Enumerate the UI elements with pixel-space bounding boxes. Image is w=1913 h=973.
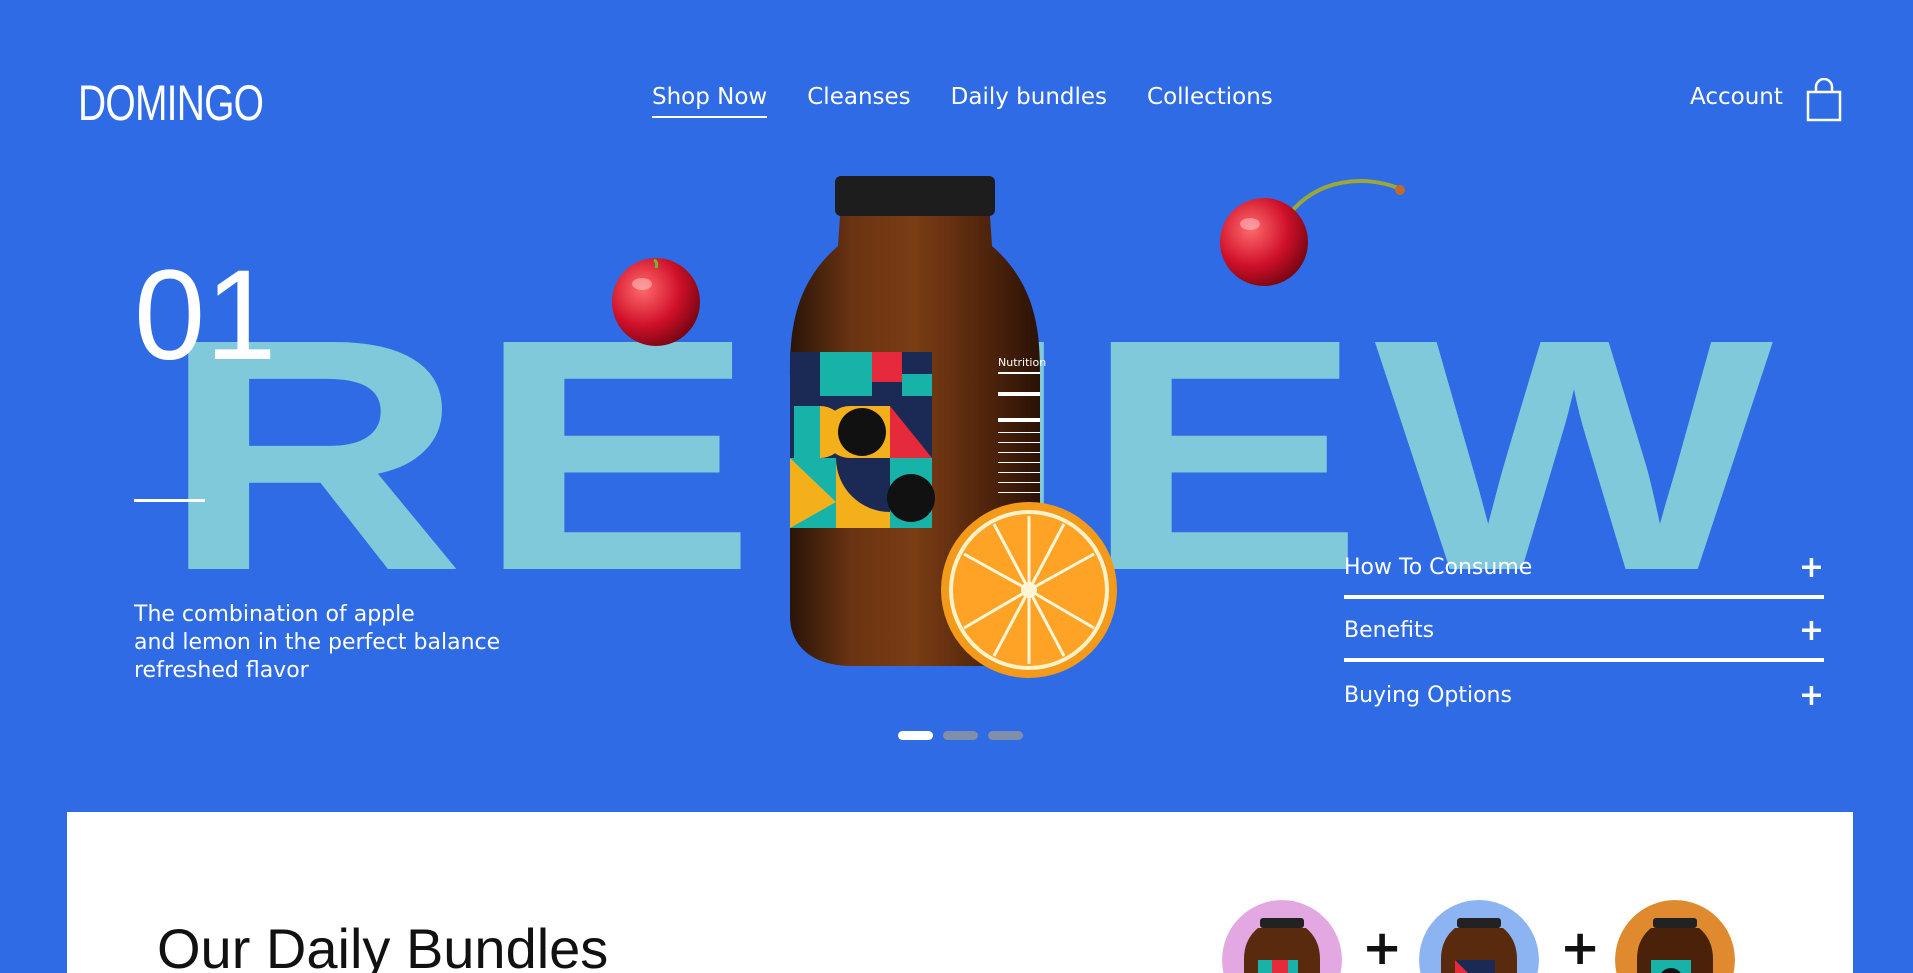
slide-divider [134, 499, 205, 502]
nutrition-label-text: Nutrition [998, 356, 1046, 369]
cherry-image [612, 258, 700, 346]
accordion-item-how-to-consume[interactable]: How To Consume + [1344, 536, 1824, 599]
bundle-plus-separator: + [1362, 920, 1403, 973]
bundle-bottle-image [1615, 900, 1735, 973]
plus-icon[interactable]: + [1799, 680, 1824, 711]
bundle-bottle-image [1222, 900, 1342, 973]
shopping-bag-icon[interactable] [1804, 78, 1844, 122]
nav-daily-bundles[interactable]: Daily bundles [951, 84, 1107, 118]
orange-slice-image [941, 502, 1117, 678]
slide-number: 01 [134, 244, 277, 387]
plus-icon[interactable]: + [1799, 615, 1824, 646]
plus-icon[interactable]: + [1799, 552, 1824, 583]
bundle-bottle-image [1419, 900, 1539, 973]
hero-description: The combination of apple and lemon in th… [134, 601, 554, 685]
accordion-label: Benefits [1344, 618, 1435, 643]
brand-logo[interactable]: DOMINGO [78, 74, 264, 132]
description-line: and lemon in the perfect balance [134, 630, 501, 655]
section-title: Our Daily Bundles [157, 917, 609, 973]
carousel-pagination [898, 731, 1023, 740]
description-line: refreshed flavor [134, 658, 309, 683]
bundle-plus-separator: + [1560, 920, 1601, 973]
accordion-label: Buying Options [1344, 683, 1512, 708]
bundle-item-1[interactable] [1222, 900, 1342, 973]
daily-bundles-section: Our Daily Bundles + + [67, 812, 1853, 973]
main-nav: Shop Now Cleanses Daily bundles Collecti… [652, 84, 1273, 118]
description-line: The combination of apple [134, 602, 415, 627]
bundle-item-2[interactable] [1419, 900, 1539, 973]
nav-cleanses[interactable]: Cleanses [807, 84, 910, 118]
accordion-label: How To Consume [1344, 555, 1533, 580]
accordion-item-buying-options[interactable]: Buying Options + [1344, 662, 1824, 725]
nav-shop-now[interactable]: Shop Now [652, 84, 768, 118]
carousel-dot-1[interactable] [898, 731, 933, 740]
carousel-dot-2[interactable] [943, 731, 978, 740]
cherry-with-stem-image [1220, 179, 1405, 286]
carousel-dot-3[interactable] [988, 731, 1023, 740]
accordion-item-benefits[interactable]: Benefits + [1344, 599, 1824, 662]
bundle-item-3[interactable] [1615, 900, 1735, 973]
nav-collections[interactable]: Collections [1147, 84, 1273, 118]
product-info-accordion: How To Consume + Benefits + Buying Optio… [1344, 536, 1824, 725]
account-link[interactable]: Account [1690, 84, 1783, 110]
